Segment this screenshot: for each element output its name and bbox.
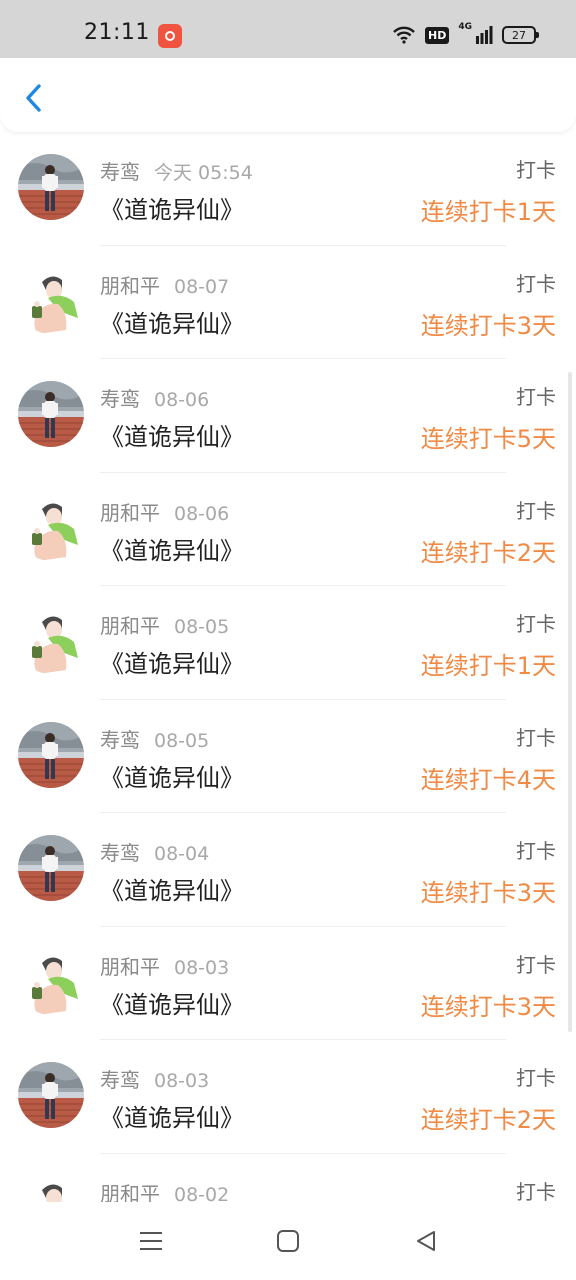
checkin-tag: 打卡 [516,385,556,409]
status-time: 21:11 [84,20,150,45]
streak-label: 连续打卡1天 [420,198,556,226]
checkin-tag: 打卡 [516,725,556,750]
user-name: 寿鸾 08-05 [100,724,209,753]
checkin-date: 08-02 [174,1183,230,1203]
hd-badge: HD [425,26,450,44]
list-item[interactable]: 寿鸾 08-04 《道诡异仙》 打卡连续打卡3天 [0,813,576,927]
back-triangle-icon [417,1231,435,1251]
list-item[interactable]: 朋和平 08-03 《道诡异仙》 打卡连续打卡3天 [0,927,576,1040]
user-name-text: 寿鸾 [100,387,140,411]
avatar[interactable] [18,721,84,788]
checkin-tag: 打卡 [516,271,556,296]
book-title[interactable]: 《道诡异仙》 [100,531,244,566]
user-name: 寿鸾 08-06 [100,383,209,412]
book-title[interactable]: 《道诡异仙》 [100,644,244,679]
avatar[interactable] [18,267,84,334]
list-item[interactable]: 朋和平 08-06 《道诡异仙》 打卡连续打卡2天 [0,473,576,586]
user-name: 朋和平 08-02 [100,1178,229,1203]
list-item[interactable]: 寿鸾 08-06 《道诡异仙》 打卡连续打卡5天 [0,359,576,473]
user-name: 朋和平 08-07 [100,270,229,299]
avatar[interactable] [18,608,84,674]
wifi-icon [393,26,415,44]
battery-level: 27 [512,28,526,42]
book-title[interactable]: 《道诡异仙》 [100,304,244,339]
book-title[interactable]: 《道诡异仙》 [100,190,244,225]
app-notification-icon [158,24,182,48]
list-item[interactable]: 寿鸾 08-05 《道诡异仙》 打卡连续打卡4天 [0,700,576,813]
book-title[interactable]: 《道诡异仙》 [100,871,244,906]
list-item[interactable]: 朋和平 08-02 打卡 [0,1154,576,1203]
back-button[interactable] [16,78,50,118]
user-name-text: 寿鸾 [100,1068,140,1092]
home-button[interactable] [270,1226,306,1256]
avatar[interactable] [18,494,84,561]
status-bar: 21:11 HD 4G 27 [0,0,576,58]
user-name: 寿鸾 今天 05:54 [100,156,253,185]
user-name-text: 寿鸾 [100,160,140,184]
user-name-text: 朋和平 [100,614,160,638]
avatar[interactable] [18,381,84,447]
home-square-icon [277,1230,299,1252]
user-name: 寿鸾 08-03 [100,1064,209,1093]
checkin-date: 08-05 [174,616,230,638]
book-title[interactable]: 《道诡异仙》 [100,758,244,793]
status-indicators: HD 4G 27 [392,22,539,48]
list-item[interactable]: 朋和平 08-05 《道诡异仙》 打卡连续打卡1天 [0,586,576,700]
streak-label: 连续打卡2天 [420,1106,556,1134]
checkin-date: 08-05 [154,729,210,752]
streak-label: 连续打卡1天 [420,652,556,680]
user-name-text: 朋和平 [100,500,160,525]
user-name: 寿鸾 08-04 [100,837,209,866]
checkin-tag: 打卡 [516,158,556,182]
checkin-date: 08-06 [154,389,210,411]
streak-label: 连续打卡5天 [420,425,556,453]
checkin-tag: 打卡 [516,952,556,977]
avatar[interactable] [18,1062,84,1128]
system-nav-bar [0,1202,576,1280]
back-nav-button[interactable] [408,1226,444,1256]
network-label: 4G [458,22,472,32]
user-name-text: 寿鸾 [100,841,140,865]
user-name-text: 朋和平 [100,273,160,298]
streak-label: 连续打卡4天 [420,765,556,794]
checkin-date: 08-07 [174,275,230,298]
user-name-text: 朋和平 [100,954,160,979]
checkin-tag: 打卡 [516,1066,556,1090]
checkin-tag: 打卡 [516,498,556,523]
user-name: 朋和平 08-06 [100,497,229,526]
battery-icon: 27 [502,26,539,44]
avatar[interactable] [18,1175,84,1202]
checkin-tag: 打卡 [516,839,556,863]
menu-button[interactable] [133,1226,169,1256]
checkin-date: 08-06 [174,502,230,525]
user-name-text: 朋和平 [100,1181,160,1203]
list-item[interactable]: 朋和平 08-07 《道诡异仙》 打卡连续打卡3天 [0,246,576,359]
book-title[interactable]: 《道诡异仙》 [100,985,244,1020]
menu-icon [140,1232,162,1250]
book-title[interactable]: 《道诡异仙》 [100,417,244,452]
streak-label: 连续打卡3天 [420,879,556,907]
user-name: 朋和平 08-05 [100,610,229,639]
list-item[interactable]: 寿鸾 今天 05:54 《道诡异仙》 打卡连续打卡1天 [0,132,576,246]
avatar[interactable] [18,948,84,1015]
checkin-date: 08-03 [174,956,230,979]
checkin-date: 08-04 [154,843,210,865]
streak-label: 连续打卡2天 [420,538,556,567]
signal-icon [476,26,493,44]
user-name-text: 寿鸾 [100,727,140,752]
checkin-date: 08-03 [154,1070,210,1092]
avatar[interactable] [18,154,84,220]
avatar[interactable] [18,835,84,901]
list-item[interactable]: 寿鸾 08-03 《道诡异仙》 打卡连续打卡2天 [0,1040,576,1154]
streak-label: 连续打卡3天 [420,311,556,340]
user-name: 朋和平 08-03 [100,951,229,980]
chevron-left-icon [26,84,41,112]
book-title[interactable]: 《道诡异仙》 [100,1098,244,1133]
checkin-tag: 打卡 [516,612,556,636]
checkin-tag: 打卡 [516,1179,556,1203]
streak-label: 连续打卡3天 [420,992,556,1021]
checkin-list[interactable]: 寿鸾 今天 05:54 《道诡异仙》 打卡 连续打卡1天 朋和平 08-07 《道诡异仙》打… [0,132,576,1202]
app-header [0,58,576,132]
checkin-date: 今天 05:54 [154,162,253,184]
